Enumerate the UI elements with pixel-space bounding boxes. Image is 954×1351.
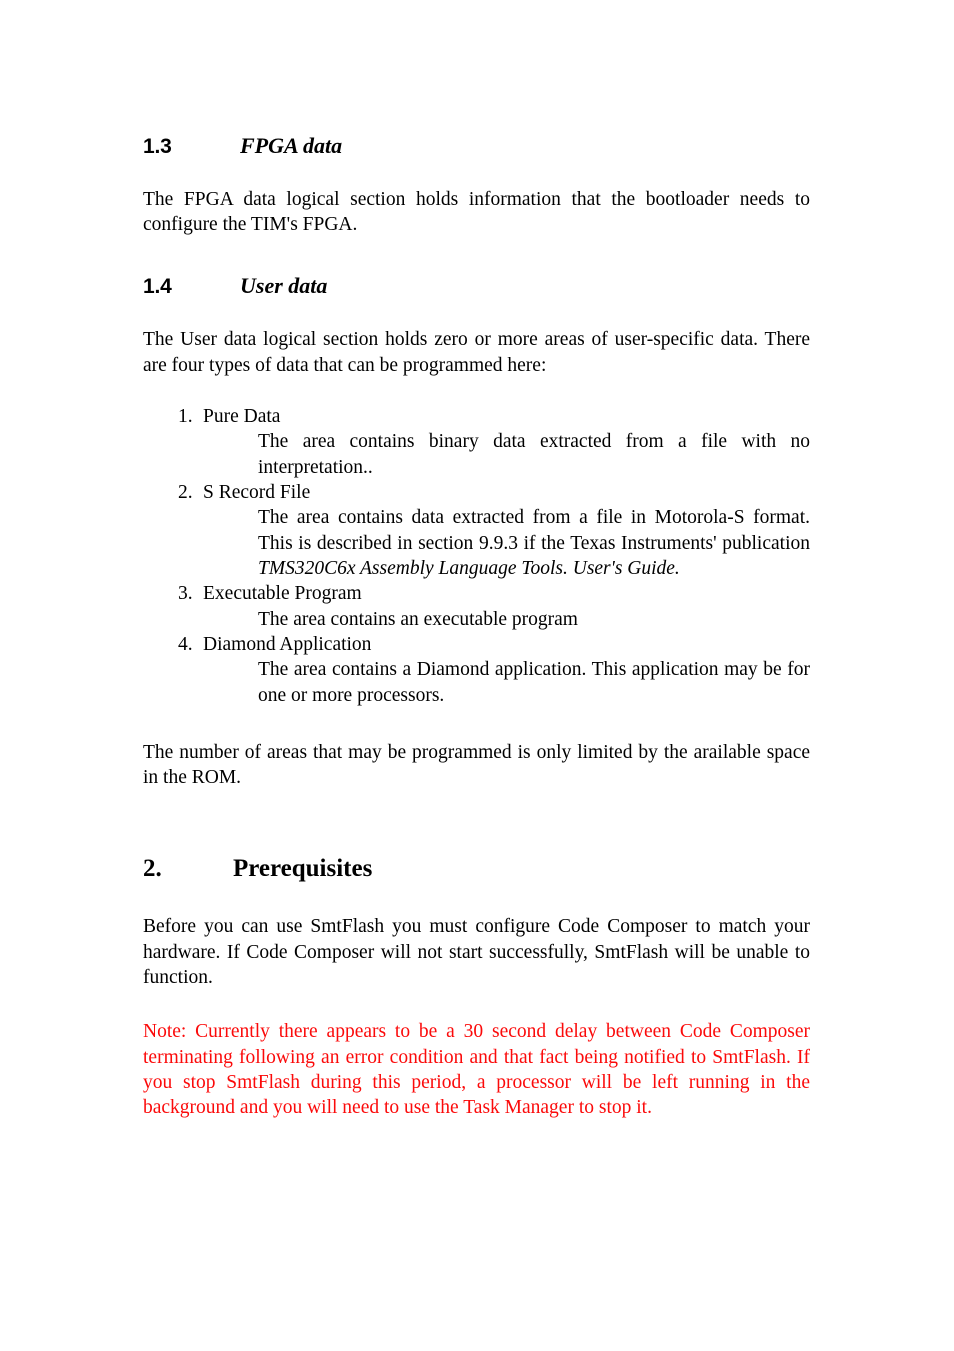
list-item: 3. Executable Program The area contains … (143, 581, 810, 632)
paragraph-fpga-data-body: The FPGA data logical section holds info… (143, 188, 810, 236)
list-item-description: The area contains a Diamond application.… (258, 659, 810, 706)
heading-prerequisites-title: Prerequisites (233, 854, 373, 882)
list-item-description: The area contains an executable program (258, 608, 578, 630)
list-item-title: Diamond Application (203, 634, 372, 655)
list-item: 2. S Record File The area contains data … (143, 480, 810, 581)
paragraph-prerequisites-note: Note: Currently there appears to be a 30… (143, 1021, 810, 1119)
list-item: 1. Pure Data The area contains binary da… (143, 404, 810, 480)
heading-prerequisites: 2. Prerequisites (143, 854, 810, 884)
list-item-title: Executable Program (203, 583, 362, 605)
list-item-marker: 4. (178, 634, 193, 655)
heading-fpga-data-number: 1.3 (143, 135, 172, 158)
list-item: 4. Diamond Application The area contains… (143, 632, 810, 708)
document-page: 1.3 FPGA data The FPGA data logical sect… (0, 0, 954, 1351)
document-content-column: 1.3 FPGA data The FPGA data logical sect… (143, 0, 810, 1121)
user-data-type-list: 1. Pure Data The area contains binary da… (143, 404, 810, 708)
heading-fpga-data: 1.3 FPGA data (143, 133, 810, 160)
heading-prerequisites-number: 2. (143, 854, 162, 882)
paragraph-prerequisites-body: Before you can use SmtFlash you must con… (143, 916, 810, 988)
heading-fpga-data-title: FPGA data (240, 133, 343, 158)
list-item-marker: 2. (178, 481, 193, 503)
list-item-title: S Record File (203, 481, 311, 503)
paragraph-user-data-closing: The number of areas that may be programm… (143, 742, 810, 789)
list-item-description-text: The area contains data extracted from a … (258, 507, 810, 554)
heading-user-data-number: 1.4 (143, 275, 172, 299)
paragraph-user-data-intro: The User data logical section holds zero… (143, 329, 810, 376)
heading-user-data: 1.4 User data (143, 273, 810, 300)
list-item-description: The area contains binary data extracted … (258, 431, 810, 478)
list-item-marker: 1. (178, 405, 193, 427)
publication-title: TMS320C6x Assembly Language Tools. User'… (258, 557, 680, 579)
list-item-marker: 3. (178, 583, 193, 605)
list-item-title: Pure Data (203, 405, 281, 427)
heading-user-data-title: User data (240, 273, 328, 299)
list-item-description: The area contains data extracted from a … (203, 505, 810, 581)
